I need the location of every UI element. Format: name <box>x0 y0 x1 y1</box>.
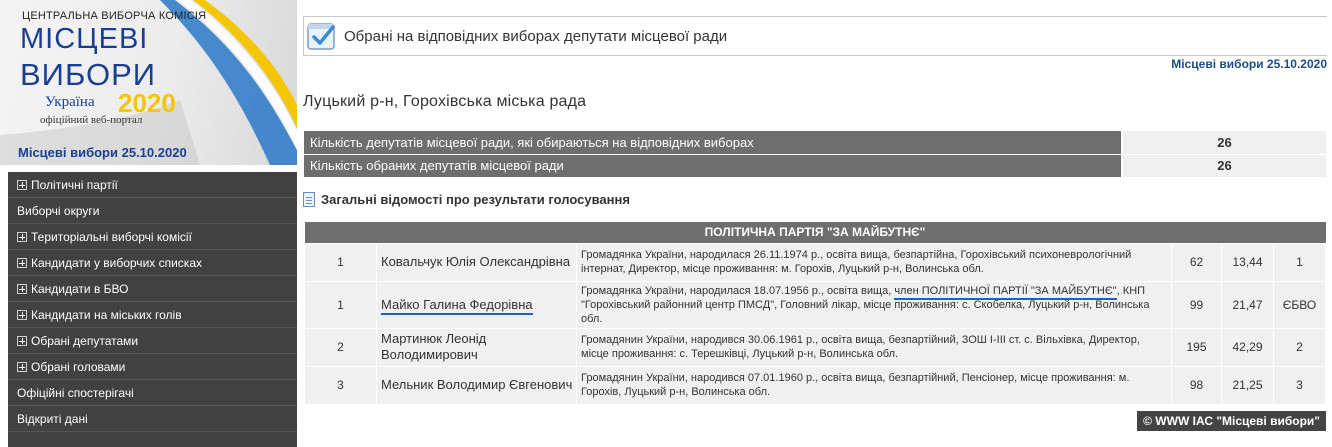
vote-count: 98 <box>1171 365 1222 405</box>
deputies-table: ПОЛІТИЧНА ПАРТІЯ "ЗА МАЙБУТНЄ" 1 Ковальч… <box>304 222 1326 405</box>
rank: 3 <box>1273 365 1326 405</box>
voting-results-link[interactable]: Загальні відомості про результати голосу… <box>303 192 630 207</box>
summary-value: 26 <box>1121 154 1326 178</box>
summary-value: 26 <box>1121 131 1326 155</box>
main-content: Обрані на відповідних виборах депутати м… <box>303 0 1329 447</box>
expand-plus-icon[interactable] <box>17 362 27 372</box>
election-link[interactable]: Місцеві вибори 25.10.2020 <box>1171 57 1327 71</box>
vote-percent: 42,29 <box>1221 327 1274 367</box>
menu-item-bvo-candidates[interactable]: Кандидати в БВО <box>8 276 297 302</box>
menu-item-official-observers[interactable]: Офіційні спостерігачі <box>8 380 297 406</box>
vote-count: 99 <box>1171 280 1222 329</box>
menu-item-territorial-commissions[interactable]: Територіальні виборчі комісії <box>8 224 297 250</box>
menu-item-open-data[interactable]: Відкриті дані <box>8 406 297 432</box>
menu-item-electoral-districts[interactable]: Виборчі округи <box>8 198 297 224</box>
menu-item-elected-heads[interactable]: Обрані головами <box>8 354 297 380</box>
party-header-row: ПОЛІТИЧНА ПАРТІЯ "ЗА МАЙБУТНЄ" <box>304 222 1326 243</box>
expand-plus-icon[interactable] <box>17 232 27 242</box>
deputy-name: Мельник Володимир Євгенович <box>376 365 577 405</box>
table-row: 1 Ковальчук Юлія Олександрівна Громадянк… <box>304 242 1326 282</box>
rank: 1 <box>1273 242 1326 282</box>
commission-name: ЦЕНТРАЛЬНА ВИБОРЧА КОМІСІЯ <box>22 10 207 22</box>
copyright-badge[interactable]: © WWW ІАС "Місцеві вибори" <box>1137 411 1326 431</box>
banner-title-line1: МІСЦЕВІ <box>20 23 149 55</box>
document-icon <box>303 192 315 207</box>
party-membership-highlight: член ПОЛІТИЧНОЇ ПАРТІЇ "ЗА МАЙБУТНЄ" <box>894 284 1117 300</box>
expand-plus-icon[interactable] <box>17 180 27 190</box>
vote-percent: 13,44 <box>1221 242 1274 282</box>
rank: ЄБВО <box>1273 280 1326 329</box>
expand-plus-icon[interactable] <box>17 258 27 268</box>
sidebar: ЦЕНТРАЛЬНА ВИБОРЧА КОМІСІЯ МІСЦЕВІ ВИБОР… <box>0 0 297 447</box>
summary-row: Кількість обраних депутатів місцевої рад… <box>304 154 1326 178</box>
deputy-bio: Громадянка України, народилася 18.07.195… <box>576 280 1172 329</box>
party-name: ПОЛІТИЧНА ПАРТІЯ "ЗА МАЙБУТНЄ" <box>304 222 1326 243</box>
summary-label: Кількість депутатів місцевої ради, які о… <box>304 131 1122 155</box>
menu-item-mayor-candidates[interactable]: Кандидати на міських голів <box>8 302 297 328</box>
site-logo-banner[interactable]: ЦЕНТРАЛЬНА ВИБОРЧА КОМІСІЯ МІСЦЕВІ ВИБОР… <box>0 0 297 165</box>
banner-country: Україна <box>45 94 95 110</box>
vote-percent: 21,25 <box>1221 365 1274 405</box>
page-header: Обрані на відповідних виборах депутати м… <box>303 16 1327 56</box>
rank: 2 <box>1273 327 1326 367</box>
banner-election-date-link[interactable]: Місцеві вибори 25.10.2020 <box>18 145 187 160</box>
table-row: 1 Майко Галина Федорівна Громадянка Укра… <box>304 280 1326 329</box>
page-title: Обрані на відповідних виборах депутати м… <box>344 28 728 45</box>
deputy-bio: Громадянин України, народився 07.01.1960… <box>576 365 1172 405</box>
summary-row: Кількість депутатів місцевої ради, які о… <box>304 131 1326 155</box>
district-number: 2 <box>304 327 377 367</box>
menu-item-elected-deputies[interactable]: Обрані депутатами <box>8 328 297 354</box>
deputy-name: Мартинюк Леонід Володимирович <box>376 327 577 367</box>
banner-portal-text: офіційний веб-портал <box>40 114 143 126</box>
summary-label: Кількість обраних депутатів місцевої рад… <box>304 154 1122 178</box>
district-number: 3 <box>304 365 377 405</box>
menu-item-list-candidates[interactable]: Кандидати у виборчих списках <box>8 250 297 276</box>
deputy-name-highlight: Майко Галина Федорівна <box>381 296 533 315</box>
expand-plus-icon[interactable] <box>17 310 27 320</box>
vote-count: 62 <box>1171 242 1222 282</box>
table-row: 2 Мартинюк Леонід Володимирович Громадян… <box>304 327 1326 367</box>
district-number: 1 <box>304 280 377 329</box>
area-title: Луцький р-н, Горохівська міська рада <box>303 93 587 110</box>
sidebar-menu: Політичні партії Виборчі округи Територі… <box>8 172 297 447</box>
deputy-bio: Громадянка України, народилася 26.11.197… <box>576 242 1172 282</box>
summary-table: Кількість депутатів місцевої ради, які о… <box>304 131 1326 178</box>
menu-item-political-parties[interactable]: Політичні партії <box>8 172 297 198</box>
vote-percent: 21,47 <box>1221 280 1274 329</box>
deputy-name: Ковальчук Юлія Олександрівна <box>376 242 577 282</box>
deputy-bio: Громадянин України, народився 30.06.1961… <box>576 327 1172 367</box>
table-row: 3 Мельник Володимир Євгенович Громадянин… <box>304 365 1326 405</box>
expand-plus-icon[interactable] <box>17 336 27 346</box>
checkbox-check-icon <box>307 23 335 50</box>
vote-count: 195 <box>1171 327 1222 367</box>
deputy-name: Майко Галина Федорівна <box>376 280 577 329</box>
expand-plus-icon[interactable] <box>17 284 27 294</box>
district-number: 1 <box>304 242 377 282</box>
